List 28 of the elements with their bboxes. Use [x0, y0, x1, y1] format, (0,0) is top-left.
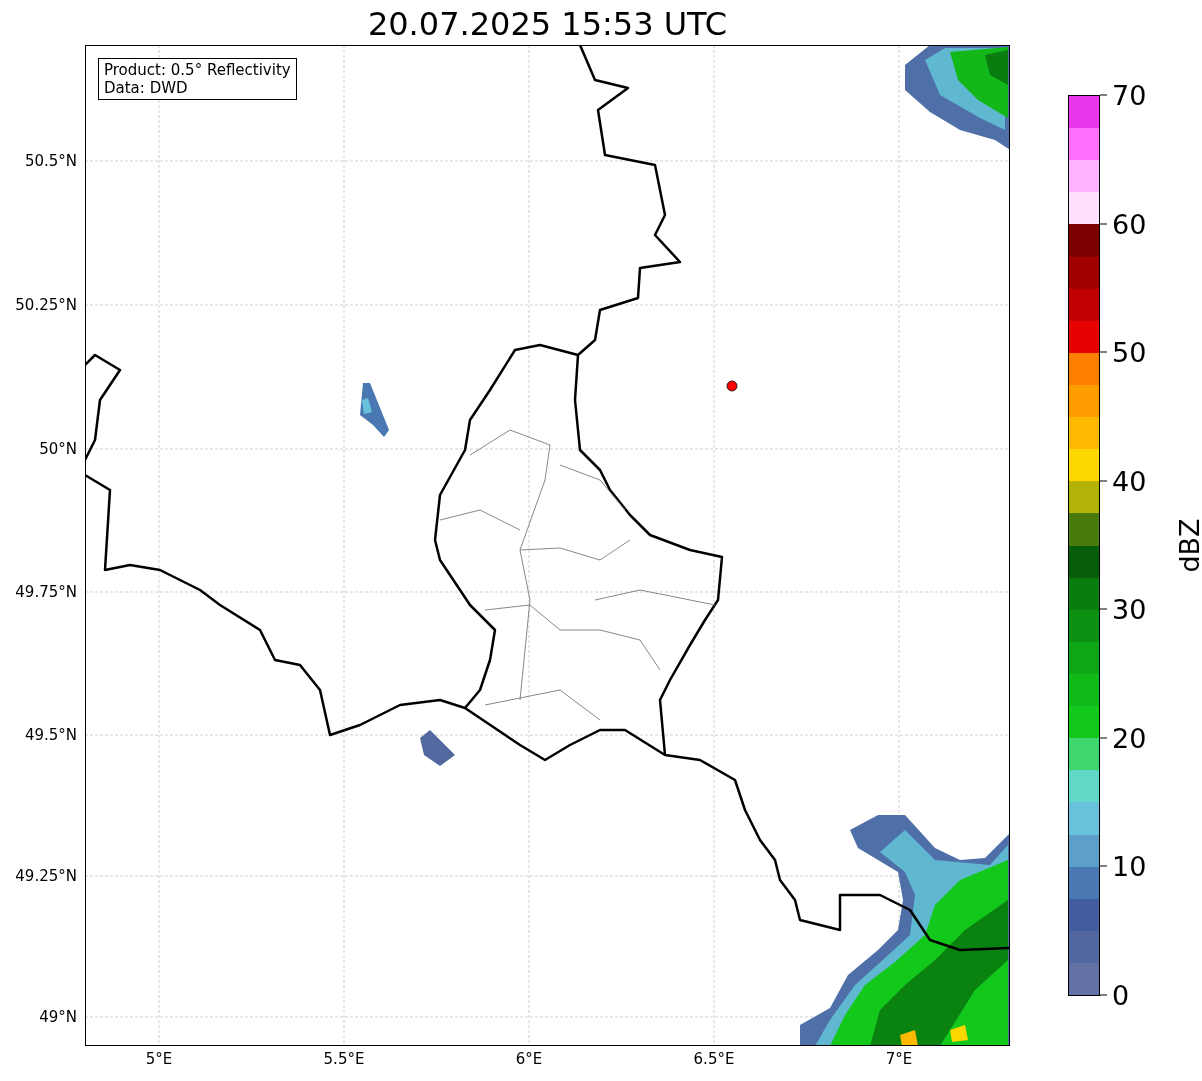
tick-label: 50.25°N: [15, 296, 77, 314]
tick-label: 5°E: [145, 1050, 173, 1068]
tick-label: 50: [1112, 336, 1147, 368]
tick-label: 49.75°N: [15, 583, 77, 601]
tick-label: 50.5°N: [24, 152, 77, 170]
chart-title: 20.07.2025 15:53 UTC: [366, 4, 729, 44]
region-line: [559, 464, 626, 511]
radar-echo: [360, 383, 389, 437]
tick-label: 20: [1112, 722, 1147, 754]
tick-label: 49.5°N: [24, 726, 77, 744]
tick-label: 50°N: [39, 440, 77, 458]
radar-echo: [420, 730, 455, 766]
tick-label: 40: [1112, 465, 1147, 497]
tick-label: 49.25°N: [15, 867, 77, 885]
tick-label: 70: [1112, 79, 1147, 111]
info-text: Product: 0.5° Reflectivity: [104, 61, 291, 79]
tick-label: 0: [1112, 979, 1130, 1011]
tick-label: 6.5°E: [693, 1050, 735, 1068]
tick-label: 7°E: [885, 1050, 913, 1068]
tick-label: 6°E: [515, 1050, 543, 1068]
info-text: Data: DWD: [104, 79, 189, 97]
tick-label: 5.5°E: [323, 1050, 365, 1068]
tick-label: 49°N: [39, 1008, 77, 1026]
location-marker: [726, 380, 738, 392]
axis-label: dBZ: [1173, 518, 1202, 573]
tick-label: 60: [1112, 208, 1147, 240]
tick-label: 10: [1112, 850, 1147, 882]
tick-label: 30: [1112, 593, 1147, 625]
